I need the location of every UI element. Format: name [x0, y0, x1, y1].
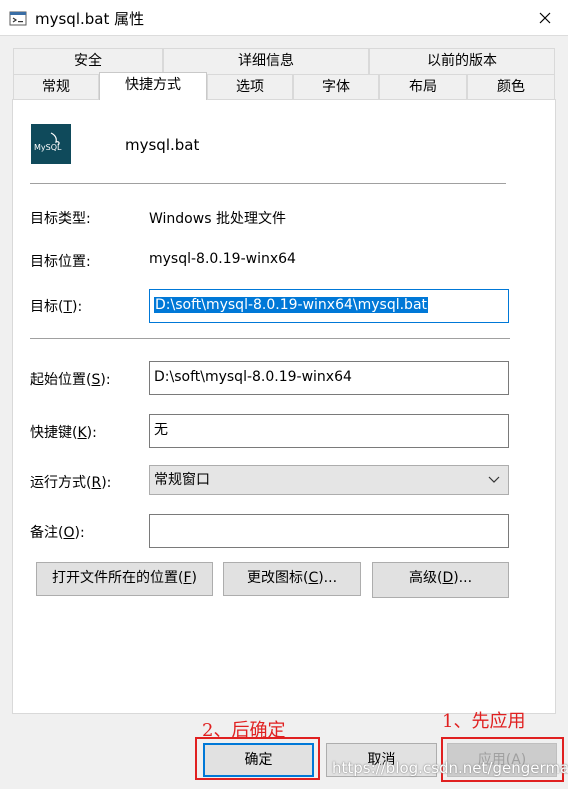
target-type-label: 目标类型: [30, 211, 91, 227]
annotation-step2: 2、后确定 [202, 720, 286, 741]
change-icon-button[interactable]: 更改图标(C)... [223, 562, 361, 596]
target-label: 目标(T): [30, 299, 83, 315]
close-icon [539, 12, 551, 24]
tab-general[interactable]: 常规 [13, 74, 99, 100]
tab-shortcut[interactable]: 快捷方式 [99, 72, 207, 100]
tab-options[interactable]: 选项 [207, 74, 293, 100]
target-input[interactable]: D:\soft\mysql-8.0.19-winx64\mysql.bat [149, 289, 509, 323]
title-bar: mysql.bat 属性 [0, 0, 568, 36]
divider-middle [30, 338, 510, 339]
open-file-location-button[interactable]: 打开文件所在的位置(F) [36, 562, 213, 596]
divider-top [30, 183, 506, 184]
ok-button[interactable]: 确定 [203, 743, 314, 777]
shortcut-panel [12, 99, 556, 714]
hotkey-input[interactable]: 无 [149, 414, 509, 448]
batch-file-icon [9, 11, 27, 26]
mysql-logo-icon: MySQL [31, 124, 71, 164]
target-location-label: 目标位置: [30, 254, 91, 270]
tab-security[interactable]: 安全 [13, 48, 163, 74]
close-button[interactable] [522, 0, 568, 36]
tab-previous-versions[interactable]: 以前的版本 [369, 48, 555, 74]
tab-details[interactable]: 详细信息 [163, 48, 369, 74]
tab-font[interactable]: 字体 [293, 74, 379, 100]
annotation-step1: 1、先应用 [442, 711, 526, 732]
target-type-value: Windows 批处理文件 [149, 211, 286, 227]
start-in-value: D:\soft\mysql-8.0.19-winx64 [154, 369, 352, 385]
target-input-value: D:\soft\mysql-8.0.19-winx64\mysql.bat [154, 297, 429, 313]
run-select[interactable]: 常规窗口 [149, 465, 509, 495]
comment-input[interactable] [149, 514, 509, 548]
window-title: mysql.bat 属性 [35, 10, 145, 28]
start-in-input[interactable]: D:\soft\mysql-8.0.19-winx64 [149, 361, 509, 395]
comment-label: 备注(O): [30, 525, 85, 541]
tab-layout[interactable]: 布局 [379, 74, 467, 100]
chevron-down-icon [488, 476, 500, 483]
shortcut-name: mysql.bat [125, 136, 200, 154]
tab-colors[interactable]: 颜色 [467, 74, 555, 100]
advanced-button[interactable]: 高级(D)... [372, 562, 509, 598]
run-label: 运行方式(R): [30, 475, 112, 491]
start-in-label: 起始位置(S): [30, 372, 111, 388]
run-select-value: 常规窗口 [154, 472, 210, 488]
hotkey-label: 快捷键(K): [30, 425, 97, 441]
target-location-value: mysql-8.0.19-winx64 [149, 251, 296, 267]
watermark-text: https://blog.csdn.net/gengermao [332, 759, 568, 777]
hotkey-value: 无 [154, 422, 168, 438]
svg-text:MySQL: MySQL [34, 143, 62, 152]
